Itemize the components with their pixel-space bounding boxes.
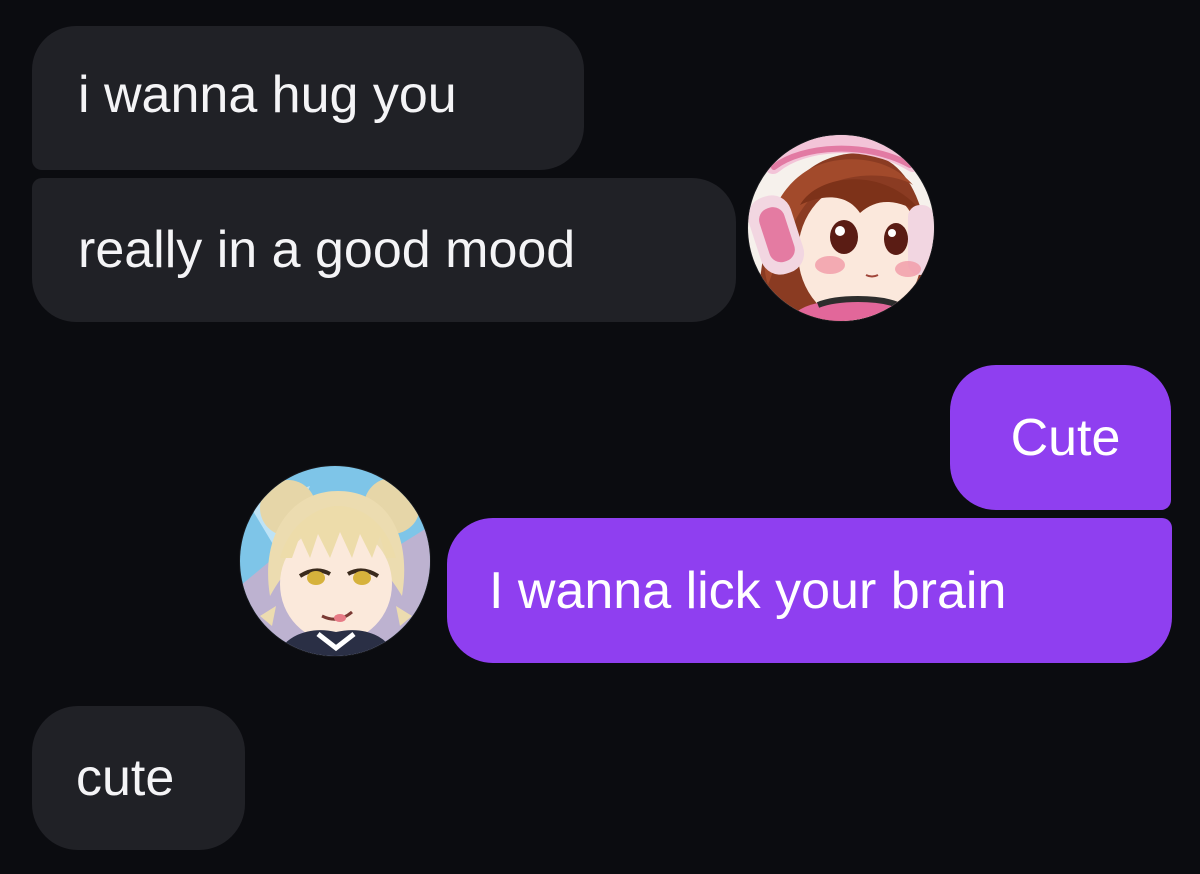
message-text: I wanna lick your brain (489, 561, 1007, 620)
message-text: cute (76, 749, 175, 807)
user-avatar[interactable] (240, 466, 430, 656)
avatar-girl-blonde-buns-icon (240, 466, 430, 656)
message-bubble-outgoing[interactable]: I wanna lick your brain (447, 518, 1172, 663)
message-text: really in a good mood (78, 221, 576, 279)
message-bubble-incoming[interactable]: really in a good mood (32, 178, 736, 322)
message-text: i wanna hug you (78, 66, 457, 124)
message-bubble-outgoing[interactable]: Cute (950, 365, 1171, 510)
message-bubble-incoming[interactable]: cute (32, 706, 245, 850)
message-bubble-incoming[interactable]: i wanna hug you (32, 26, 584, 170)
avatar-girl-brown-hair-headphones-icon (748, 135, 934, 321)
message-text: Cute (1010, 408, 1121, 467)
contact-avatar[interactable] (748, 135, 934, 321)
